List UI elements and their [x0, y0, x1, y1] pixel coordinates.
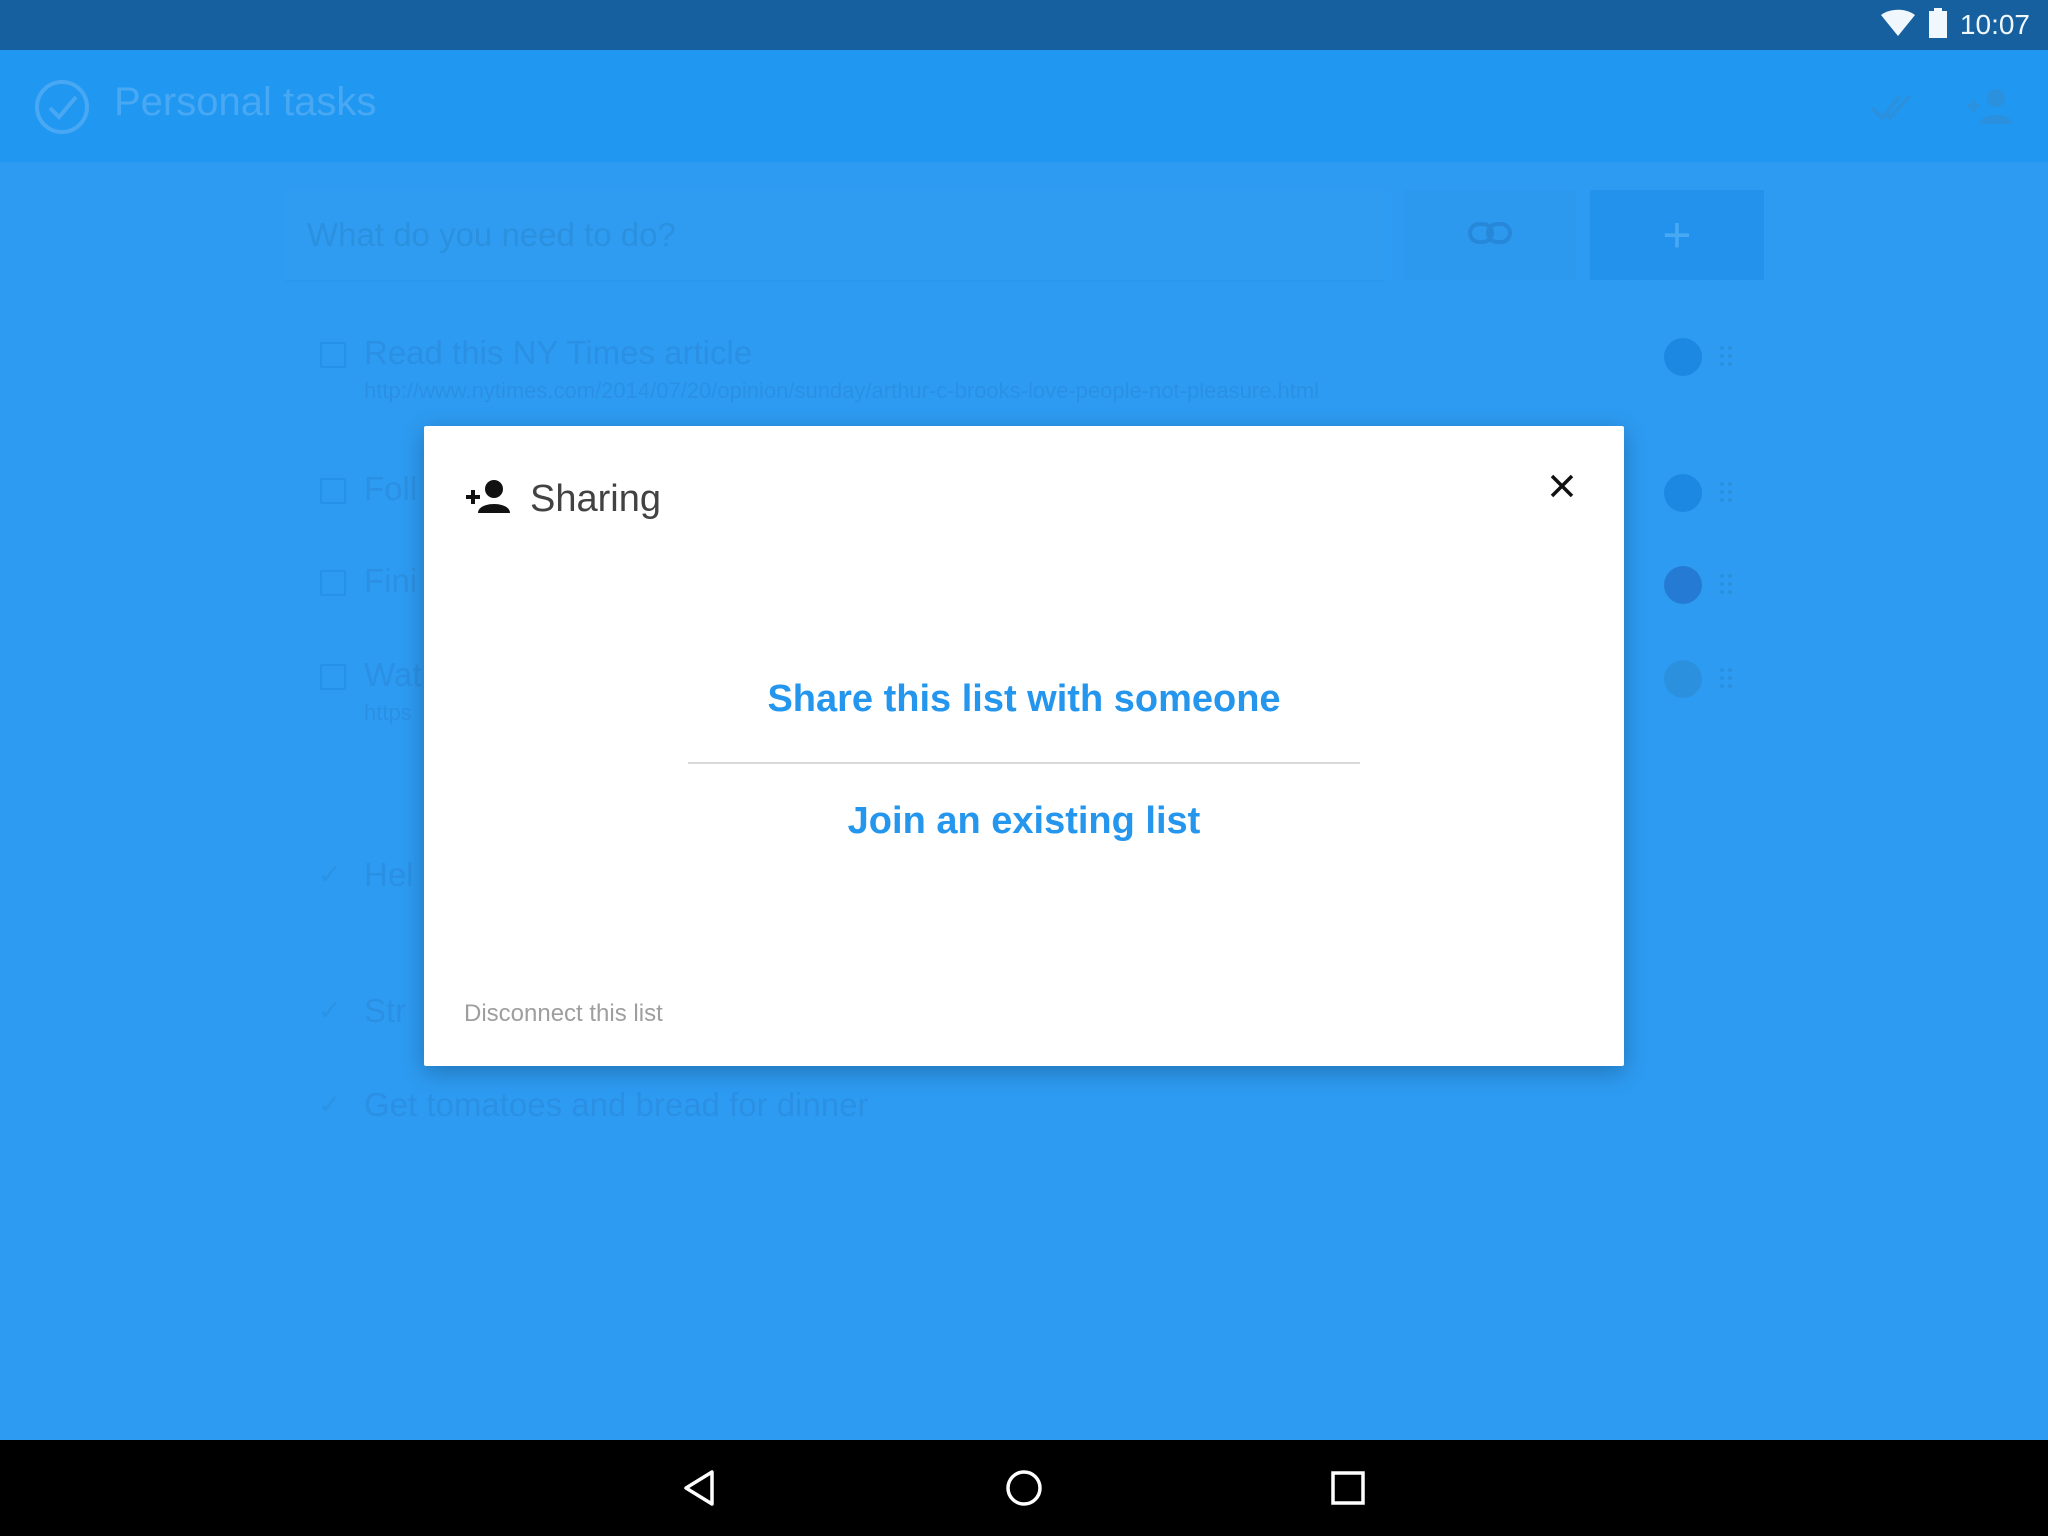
divider — [688, 762, 1360, 764]
recents-icon[interactable] — [1326, 1466, 1370, 1510]
back-icon[interactable] — [678, 1466, 722, 1510]
disconnect-list-button[interactable]: Disconnect this list — [464, 1000, 663, 1028]
close-icon[interactable] — [1544, 468, 1580, 504]
home-icon[interactable] — [1002, 1466, 1046, 1510]
share-list-button[interactable]: Share this list with someone — [424, 678, 1624, 721]
person-add-icon — [464, 479, 512, 520]
sharing-dialog: Sharing Share this list with someone Joi… — [424, 426, 1624, 1066]
join-list-button[interactable]: Join an existing list — [424, 800, 1624, 843]
dialog-title: Sharing — [530, 477, 661, 520]
navigation-bar — [0, 1440, 2048, 1536]
dialog-header: Sharing — [464, 466, 661, 532]
